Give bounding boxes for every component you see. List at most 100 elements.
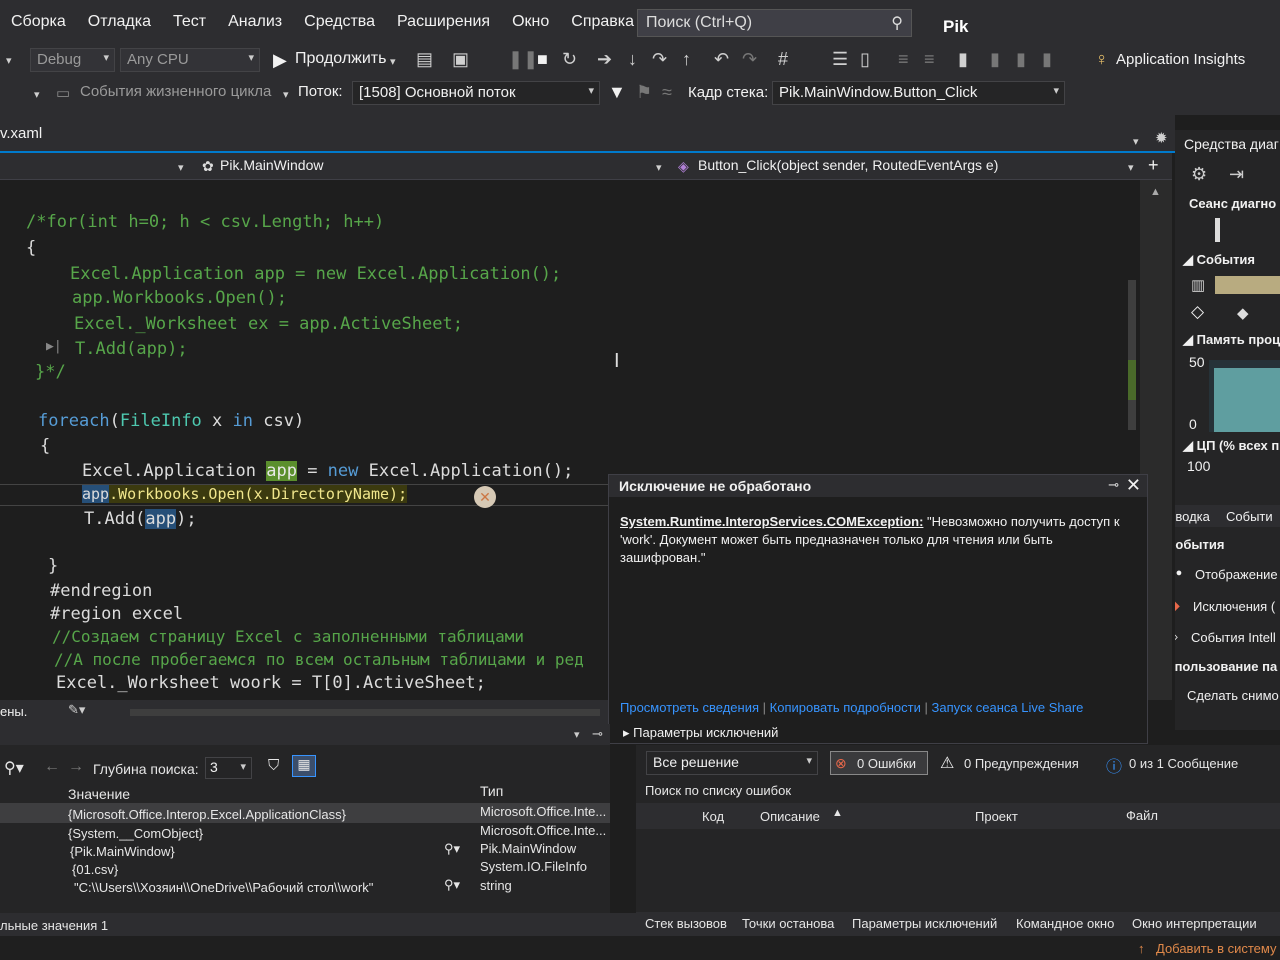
add-to-source-control-button[interactable]: Добавить в систему [1156,941,1276,956]
menu-window[interactable]: Окно [501,13,560,31]
code-editor[interactable]: /*for(int h=0; h < csv.Length; h++) { Ex… [0,180,610,697]
menu-debug[interactable]: Отладка [77,13,162,31]
autos-row-value[interactable]: "C:\\Users\\Хозяин\\OneDrive\\Рабочий ст… [74,880,373,895]
autos-row-value[interactable]: {System.__ComObject} [68,826,203,841]
collapse-arrow-icon[interactable]: ▶| [46,339,62,354]
list-icon[interactable]: ☰ [832,50,848,68]
chevron-down-icon[interactable]: ▾ [1133,133,1139,151]
threads-icon[interactable]: ≈ [662,83,672,101]
bookmark-prev-icon[interactable]: ▮ [990,50,1000,68]
grid-view-icon[interactable]: ▦ [292,755,316,777]
view-details-link[interactable]: Просмотреть сведения [620,700,759,715]
split-add-icon[interactable]: + [1148,156,1159,174]
menu-analyze[interactable]: Анализ [217,13,293,31]
autos-row-value[interactable]: {Pik.MainWindow} [70,844,175,859]
window-icon[interactable]: ▣ [452,50,469,68]
menu-help[interactable]: Справка [560,13,645,31]
magnifier-icon[interactable]: ⚲▾ [444,841,460,857]
tab-exception-settings[interactable]: Параметры исключений [852,916,997,931]
chevron-down-icon[interactable]: ▾ [34,86,40,104]
pin-icon[interactable]: ⊸ [1108,477,1119,493]
config-select[interactable]: Debug ▾ [30,48,115,72]
filter-icon[interactable]: ⛉ [268,757,279,774]
chevron-down-icon[interactable]: ▾ [574,728,580,741]
continue-button[interactable]: Продолжить [295,50,386,68]
redo-icon[interactable]: ↷ [742,50,757,68]
column-description[interactable]: Описание [760,809,820,824]
search-icon[interactable]: ⚲▾ [4,758,24,778]
export-icon[interactable]: ⇥ [1229,164,1244,185]
horizontal-scrollbar[interactable] [130,709,600,716]
stack-frame-select[interactable]: Pik.MainWindow.Button_Click ▾ [772,81,1065,105]
scope-select[interactable]: Все решение ▾ [646,751,818,775]
copy-details-link[interactable]: Копировать подробности [770,700,921,715]
settings-icon[interactable]: ⚙ [1191,164,1207,185]
tab-breakpoints[interactable]: Точки останова [742,916,834,931]
chevron-down-icon[interactable]: ▾ [6,52,12,70]
show-next-statement-icon[interactable]: ➔ [597,50,612,68]
errors-filter-button[interactable]: ⊗ 0 Ошибки [830,751,928,775]
search-depth-select[interactable]: 3 ▾ [205,757,252,779]
play-icon[interactable]: ▶ [273,51,287,69]
member-selector[interactable]: Button_Click(object sender, RoutedEventA… [698,157,998,173]
undo-icon[interactable]: ↶ [714,50,729,68]
tab-immediate-window[interactable]: Окно интерпретации [1132,916,1257,931]
autos-row-value[interactable]: {Microsoft.Office.Interop.Excel.Applicat… [68,807,346,822]
application-insights-button[interactable]: Application Insights [1116,51,1245,68]
lifecycle-events-button[interactable]: События жизненного цикла [80,83,271,100]
class-selector[interactable]: Pik.MainWindow [220,157,323,173]
step-over-icon[interactable]: ↷ [652,50,667,68]
thread-select[interactable]: [1508] Основной поток ▾ [352,81,600,105]
tab-call-stack[interactable]: Стек вызовов [645,916,727,931]
exception-settings-expander[interactable]: ▸ Параметры исключений [623,725,778,741]
close-icon[interactable]: ✕ [1126,475,1141,496]
column-code[interactable]: Код [702,809,724,824]
take-snapshot-button[interactable]: Сделать снимо [1187,688,1279,703]
step-out-icon[interactable]: ↑ [682,50,691,68]
menu-tools[interactable]: Средства [293,13,386,31]
magnifier-icon[interactable]: ⚲▾ [444,877,460,893]
chevron-down-icon[interactable]: ▾ [656,159,662,177]
column-file[interactable]: Файл [1126,808,1158,823]
menu-extensions[interactable]: Расширения [386,13,501,31]
flag-icon[interactable]: ⚑ [636,83,652,101]
pause-events-icon[interactable]: ▥ [1191,276,1205,294]
gear-icon[interactable]: ✹ [1155,130,1168,148]
timeline-cursor[interactable] [1215,218,1220,242]
uncomment-icon[interactable]: ≡ [924,50,935,68]
issues-icon[interactable]: ✎▾ [68,702,85,718]
column-project[interactable]: Проект [975,809,1018,824]
event-intellitrace[interactable]: События Intell [1191,630,1276,645]
exception-event-marker-icon[interactable]: ◆ [1237,304,1249,322]
tab-autos[interactable]: льные значения 1 [0,918,108,933]
pause-icon[interactable]: ❚❚ [508,50,538,68]
restart-icon[interactable]: ↻ [562,50,577,68]
scroll-up-icon[interactable]: ▲ [1150,186,1161,198]
menu-build[interactable]: Сборка [0,13,77,31]
search-input[interactable]: Поиск (Ctrl+Q) ⚲ [637,9,912,37]
hash-icon[interactable]: # [778,50,788,68]
platform-select[interactable]: Any CPU ▾ [120,48,260,72]
chevron-down-icon[interactable]: ▾ [178,159,184,177]
error-list-search[interactable]: Поиск по списку ошибок [645,783,791,798]
tab-xaml-file[interactable]: v.xaml [0,125,42,142]
tab-command-window[interactable]: Командное окно [1016,916,1114,931]
autos-row-value[interactable]: {01.csv} [72,862,118,877]
pin-icon[interactable]: ⊸ [592,726,603,742]
chevron-down-icon[interactable]: ▾ [283,86,289,104]
scrollbar-thumb[interactable] [1128,280,1136,430]
menu-test[interactable]: Тест [162,13,217,31]
bookmark-next-icon[interactable]: ▮ [1016,50,1026,68]
tab-summary[interactable]: Сводка [1175,509,1210,524]
stack-icon[interactable]: ▤ [416,50,433,68]
document-icon[interactable]: ▯ [860,50,870,68]
code-editor-blank-area[interactable]: I [610,180,1140,475]
comment-icon[interactable]: ≡ [898,50,909,68]
bookmark-clear-icon[interactable]: ▮ [1042,50,1052,68]
warnings-filter-button[interactable]: 0 Предупреждения [964,756,1079,771]
back-arrow-icon[interactable]: ← [44,758,60,776]
stop-icon[interactable]: ■ [537,50,548,68]
step-into-icon[interactable]: ↓ [628,50,637,68]
chevron-down-icon[interactable]: ▾ [1128,159,1134,177]
forward-arrow-icon[interactable]: → [68,758,84,776]
